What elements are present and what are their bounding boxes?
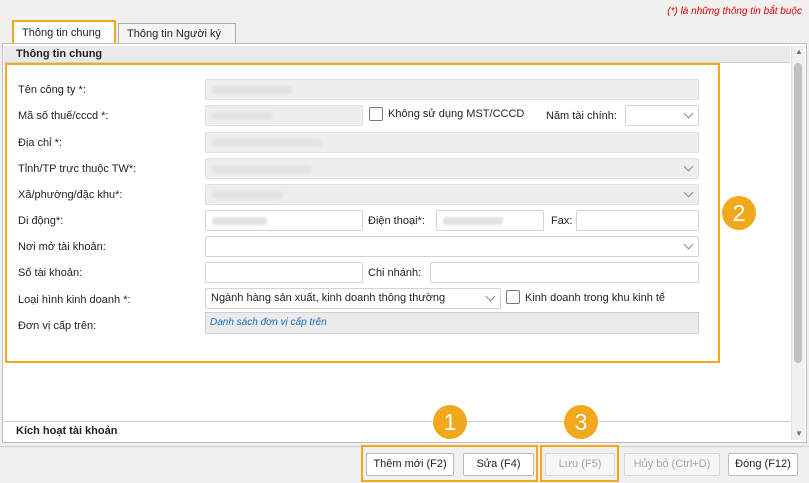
badge-1: 1 (433, 405, 467, 439)
badge-3: 3 (564, 405, 598, 439)
parent-unit-link[interactable]: Danh sách đơn vị cấp trên (210, 317, 327, 328)
no-tax-code-label: Không sử dụng MST/CCCD (388, 108, 525, 120)
chevron-down-icon (683, 108, 694, 119)
business-type-value: Ngành hàng sản xuất, kinh doanh thông th… (211, 292, 446, 304)
parent-unit-field[interactable]: Danh sách đơn vị cấp trên (205, 312, 699, 334)
fiscal-year-label: Năm tài chính: (546, 110, 617, 122)
ward-label: Xã/phường/đặc khu*: (18, 189, 123, 201)
chevron-down-icon (683, 161, 694, 172)
close-button[interactable]: Đóng (F12) (728, 453, 798, 476)
bank-place-label: Nơi mở tài khoản: (18, 241, 106, 253)
company-name-label: Tên công ty *: (18, 84, 86, 96)
province-select[interactable] (205, 158, 699, 179)
required-note: (*) là những thông tin bắt buộc (667, 6, 802, 17)
no-tax-code-checkbox[interactable] (369, 107, 383, 121)
fiscal-year-select[interactable] (625, 105, 699, 126)
phone-label: Điện thoại*: (368, 215, 425, 227)
badge-2: 2 (722, 196, 756, 230)
tab-general-info-label: Thông tin chung (22, 27, 101, 39)
tax-code-field[interactable] (205, 105, 363, 126)
company-name-field[interactable] (205, 79, 699, 100)
save-button[interactable]: Lưu (F5) (545, 453, 615, 476)
account-number-field[interactable] (205, 262, 363, 283)
chevron-down-icon (683, 187, 694, 198)
cancel-button[interactable]: Hủy bỏ (Ctrl+D) (624, 453, 720, 476)
mobile-field[interactable] (205, 210, 363, 231)
scroll-thumb[interactable] (794, 63, 802, 363)
bank-place-select[interactable] (205, 236, 699, 257)
scroll-up-icon[interactable]: ▲ (792, 46, 806, 58)
section-title-activate[interactable]: Kích hoạt tài khoản (4, 421, 790, 439)
tax-code-label: Mã số thuế/cccd *: (18, 110, 109, 122)
address-label: Địa chỉ *: (18, 137, 63, 149)
branch-label: Chi nhánh: (368, 267, 422, 279)
ward-select[interactable] (205, 184, 699, 205)
fax-label: Fax: (551, 215, 573, 227)
economic-zone-checkbox[interactable] (506, 290, 520, 304)
address-field[interactable] (205, 132, 699, 153)
tab-signer-info-label: Thông tin Người ký (127, 28, 222, 40)
province-label: Tỉnh/TP trực thuộc TW*: (18, 163, 137, 175)
scroll-down-icon[interactable]: ▼ (792, 428, 806, 440)
business-type-select[interactable]: Ngành hàng sản xuất, kinh doanh thông th… (205, 288, 501, 309)
business-type-label: Loại hình kinh doanh *: (18, 294, 131, 306)
account-number-label: Số tài khoản: (18, 267, 83, 279)
chevron-down-icon (485, 291, 496, 302)
economic-zone-label: Kinh doanh trong khu kinh tế (525, 292, 666, 304)
parent-unit-label: Đơn vị cấp trên: (18, 320, 97, 332)
chevron-down-icon (683, 239, 694, 250)
edit-button[interactable]: Sửa (F4) (463, 453, 534, 476)
mobile-label: Di động*: (18, 215, 64, 227)
fax-field[interactable] (576, 210, 699, 231)
add-button[interactable]: Thêm mới (F2) (366, 453, 454, 476)
branch-field[interactable] (430, 262, 699, 283)
section-title-general: Thông tin chung (4, 46, 790, 63)
phone-field[interactable] (436, 210, 544, 231)
